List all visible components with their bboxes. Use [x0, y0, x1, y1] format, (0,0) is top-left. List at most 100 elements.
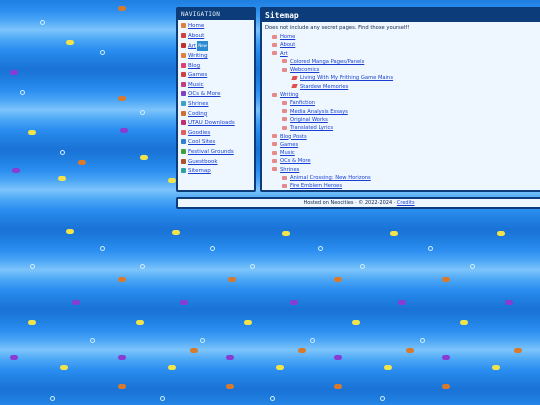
- folder-icon: [272, 167, 277, 172]
- sitemap-item[interactable]: Media Analysis Essays: [262, 108, 540, 116]
- sitemap-link[interactable]: Shrines: [280, 167, 299, 173]
- nav-item-festival-grounds[interactable]: Festival Grounds: [181, 148, 254, 158]
- nav-item-blog[interactable]: Blog: [181, 62, 254, 72]
- sitemap-item[interactable]: The King of Fighters for Girls: [262, 191, 540, 192]
- sitemap-link[interactable]: Music: [280, 150, 295, 156]
- new-badge: New: [197, 41, 208, 51]
- nav-link[interactable]: Shrines: [188, 101, 209, 107]
- sitemap-item[interactable]: Home: [262, 33, 540, 41]
- star-icon: [181, 91, 186, 97]
- person-icon: [181, 32, 186, 38]
- nav-item-coding[interactable]: Coding: [181, 110, 254, 120]
- nav-link[interactable]: About: [188, 33, 204, 39]
- sitemap-item[interactable]: Writing: [262, 91, 540, 99]
- sitemap-link[interactable]: Writing: [280, 92, 299, 98]
- sitemap-link[interactable]: Stardew Memories: [300, 84, 348, 90]
- nav-item-about[interactable]: About: [181, 32, 254, 42]
- nav-item-goodies[interactable]: Goodies: [181, 129, 254, 139]
- sitemap-link[interactable]: Colored Manga Pages/Panels: [290, 59, 364, 65]
- sitemap-item[interactable]: Original Works: [262, 116, 540, 124]
- sitemap-link[interactable]: About: [280, 42, 295, 48]
- folder-icon: [282, 67, 287, 72]
- sitemap-link[interactable]: Living With My Frithing Game Mains: [300, 75, 393, 81]
- sitemap-link[interactable]: Home: [280, 34, 295, 40]
- nav-link[interactable]: Cool Sites: [188, 139, 215, 145]
- sitemap-link[interactable]: Fire Emblem Heroes: [290, 183, 342, 189]
- sitemap-link[interactable]: Translated Lyrics: [290, 125, 333, 131]
- sitemap-link[interactable]: Animal Crossing: New Horizons: [290, 175, 371, 181]
- sitemap-link[interactable]: Art: [280, 51, 288, 57]
- sitemap-item[interactable]: Games: [262, 141, 540, 149]
- navigation-list: Home About Art New Writing Blog Games Music OCs …: [178, 22, 254, 177]
- shrine-icon: [181, 101, 186, 107]
- nav-item-art[interactable]: Art New: [181, 41, 254, 52]
- game-icon: [181, 72, 186, 78]
- sitemap-link[interactable]: Blog Posts: [280, 134, 307, 140]
- sitemap-item[interactable]: Colored Manga Pages/Panels: [262, 58, 540, 66]
- sitemap-link[interactable]: Fanfiction: [290, 100, 315, 106]
- sitemap-item[interactable]: Translated Lyrics: [262, 124, 540, 132]
- nav-item-shrines[interactable]: Shrines: [181, 100, 254, 110]
- sitemap-item[interactable]: Music: [262, 149, 540, 157]
- nav-link[interactable]: Art: [188, 43, 196, 49]
- nav-link[interactable]: Blog: [188, 63, 200, 69]
- book-icon: [181, 158, 186, 164]
- nav-link[interactable]: Coding: [188, 111, 207, 117]
- nav-link[interactable]: Music: [188, 82, 204, 88]
- download-icon: [181, 120, 186, 126]
- pencil-icon: [181, 53, 186, 59]
- sitemap-item[interactable]: Art: [262, 50, 540, 58]
- sitemap-link[interactable]: Media Analysis Essays: [290, 109, 348, 115]
- sitemap-link[interactable]: Games: [280, 142, 298, 148]
- nav-item-music[interactable]: Music: [181, 81, 254, 91]
- heart-icon: [181, 62, 186, 68]
- folder-icon: [272, 92, 277, 97]
- sitemap-item[interactable]: Shrines: [262, 166, 540, 174]
- nav-link[interactable]: UTAU Downloads: [188, 120, 235, 126]
- sitemap-item[interactable]: Animal Crossing: New Horizons: [262, 174, 540, 182]
- nav-link[interactable]: Guestbook: [188, 159, 218, 165]
- sitemap-item[interactable]: Fanfiction: [262, 99, 540, 107]
- page-title: Sitemap: [262, 9, 540, 22]
- nav-link[interactable]: Home: [188, 23, 204, 29]
- nav-item-cool-sites[interactable]: Cool Sites: [181, 138, 254, 148]
- nav-link[interactable]: Games: [188, 72, 207, 78]
- page-icon: [291, 75, 298, 80]
- nav-item-sitemap[interactable]: Sitemap: [181, 167, 254, 177]
- folder-icon: [282, 100, 287, 105]
- nav-item-guestbook[interactable]: Guestbook: [181, 158, 254, 168]
- folder-icon: [272, 150, 277, 155]
- folder-icon: [272, 34, 277, 39]
- sitemap-item[interactable]: OCs & More: [262, 157, 540, 165]
- folder-icon: [282, 183, 287, 188]
- nav-item-writing[interactable]: Writing: [181, 52, 254, 62]
- nav-link[interactable]: OCs & More: [188, 91, 220, 97]
- navigation-panel: NAVIGATION Home About Art New Writing Blog Gam…: [176, 7, 256, 192]
- sitemap-item[interactable]: Living With My Frithing Game Mains: [262, 74, 540, 82]
- page-icon: [291, 84, 298, 89]
- sitemap-item[interactable]: Webcomics: [262, 66, 540, 74]
- flag-icon: [181, 149, 186, 155]
- nav-link[interactable]: Writing: [188, 53, 208, 59]
- nav-link[interactable]: Festival Grounds: [188, 149, 234, 155]
- nav-item-games[interactable]: Games: [181, 71, 254, 81]
- sitemap-item[interactable]: About: [262, 41, 540, 49]
- folder-icon: [282, 117, 287, 122]
- sitemap-item[interactable]: Fire Emblem Heroes: [262, 182, 540, 190]
- folder-icon: [272, 42, 277, 47]
- sitemap-link[interactable]: Original Works: [290, 117, 328, 123]
- nav-link[interactable]: Sitemap: [188, 168, 211, 174]
- nav-item-home[interactable]: Home: [181, 22, 254, 32]
- globe-icon: [181, 139, 186, 145]
- folder-icon: [272, 142, 277, 147]
- nav-item-utau-downloads[interactable]: UTAU Downloads: [181, 119, 254, 129]
- sitemap-link[interactable]: OCs & More: [280, 158, 311, 164]
- sitemap-item[interactable]: Blog Posts: [262, 133, 540, 141]
- credits-link[interactable]: Credits: [397, 200, 415, 206]
- nav-item-ocs-more[interactable]: OCs & More: [181, 90, 254, 100]
- code-icon: [181, 110, 186, 116]
- sitemap-link[interactable]: Webcomics: [290, 67, 319, 73]
- sitemap-item[interactable]: Stardew Memories: [262, 83, 540, 91]
- sitemap-intro: Does not include any secret pages. Find …: [265, 25, 410, 31]
- nav-link[interactable]: Goodies: [188, 130, 210, 136]
